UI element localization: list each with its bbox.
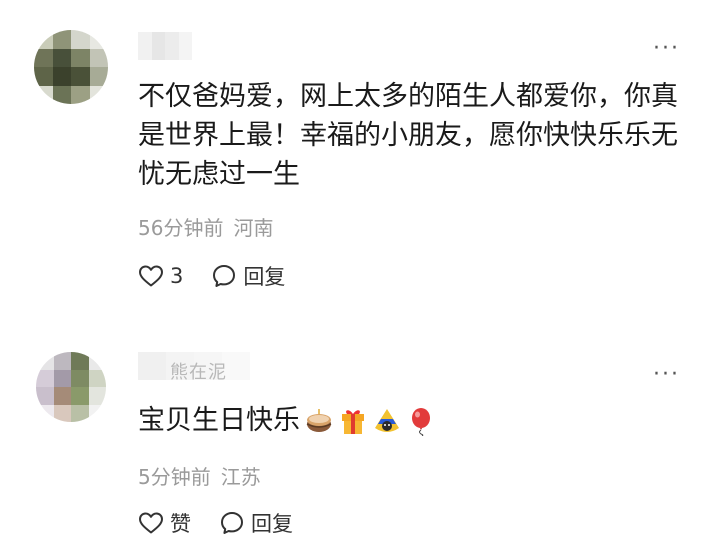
reply-label: 回复 [243, 265, 286, 289]
heart-icon [139, 512, 163, 534]
comment-time: 5分钟前 [138, 465, 211, 489]
like-button[interactable]: 3 [138, 264, 183, 288]
more-dots-icon: ··· [653, 362, 680, 387]
comment-meta: 5分钟前 江苏 [138, 461, 261, 490]
like-button[interactable]: 赞 [138, 508, 191, 538]
comment-actions: 3 回复 [138, 261, 285, 291]
comment-location: 江苏 [220, 465, 261, 489]
reply-button[interactable]: 回复 [211, 261, 285, 291]
comment-location: 河南 [233, 216, 274, 240]
comment-item: ··· 不仅爸妈爱，网上太多的陌生人都爱你，你真是世界上最！幸福的小朋友，愿你快… [0, 0, 714, 330]
more-options-button[interactable]: ··· [653, 364, 680, 386]
username[interactable] [138, 32, 192, 60]
comment-meta: 56分钟前 河南 [138, 212, 273, 241]
heart-icon [139, 265, 163, 287]
comment-time: 56分钟前 [138, 216, 224, 240]
comment-item: 熊在泥 ··· 宝贝生日快乐 5分钟前 江苏 赞 回复 [0, 330, 714, 560]
username[interactable]: 熊在泥 [138, 352, 250, 383]
avatar[interactable] [36, 352, 106, 422]
comment-text-content: 宝贝生日快乐 [138, 405, 300, 436]
party-hat-emoji [375, 408, 399, 432]
chat-bubble-icon [213, 265, 236, 287]
more-dots-icon: ··· [653, 36, 680, 61]
reply-label: 回复 [251, 512, 293, 536]
comment-text: 宝贝生日快乐 [138, 401, 688, 440]
cake-emoji [306, 408, 332, 432]
avatar[interactable] [34, 30, 108, 104]
chat-bubble-icon [221, 512, 243, 534]
blurred-username [138, 32, 192, 60]
username-text: 熊在泥 [170, 362, 227, 383]
comment-actions: 赞 回复 [138, 508, 293, 538]
comment-text: 不仅爸妈爱，网上太多的陌生人都爱你，你真是世界上最！幸福的小朋友，愿你快快乐乐无… [138, 81, 678, 190]
balloon-emoji [412, 407, 430, 436]
like-count: 3 [170, 264, 184, 288]
like-label: 赞 [170, 512, 191, 536]
gift-emoji [342, 409, 364, 434]
reply-button[interactable]: 回复 [219, 508, 293, 538]
more-options-button[interactable]: ··· [653, 38, 680, 60]
